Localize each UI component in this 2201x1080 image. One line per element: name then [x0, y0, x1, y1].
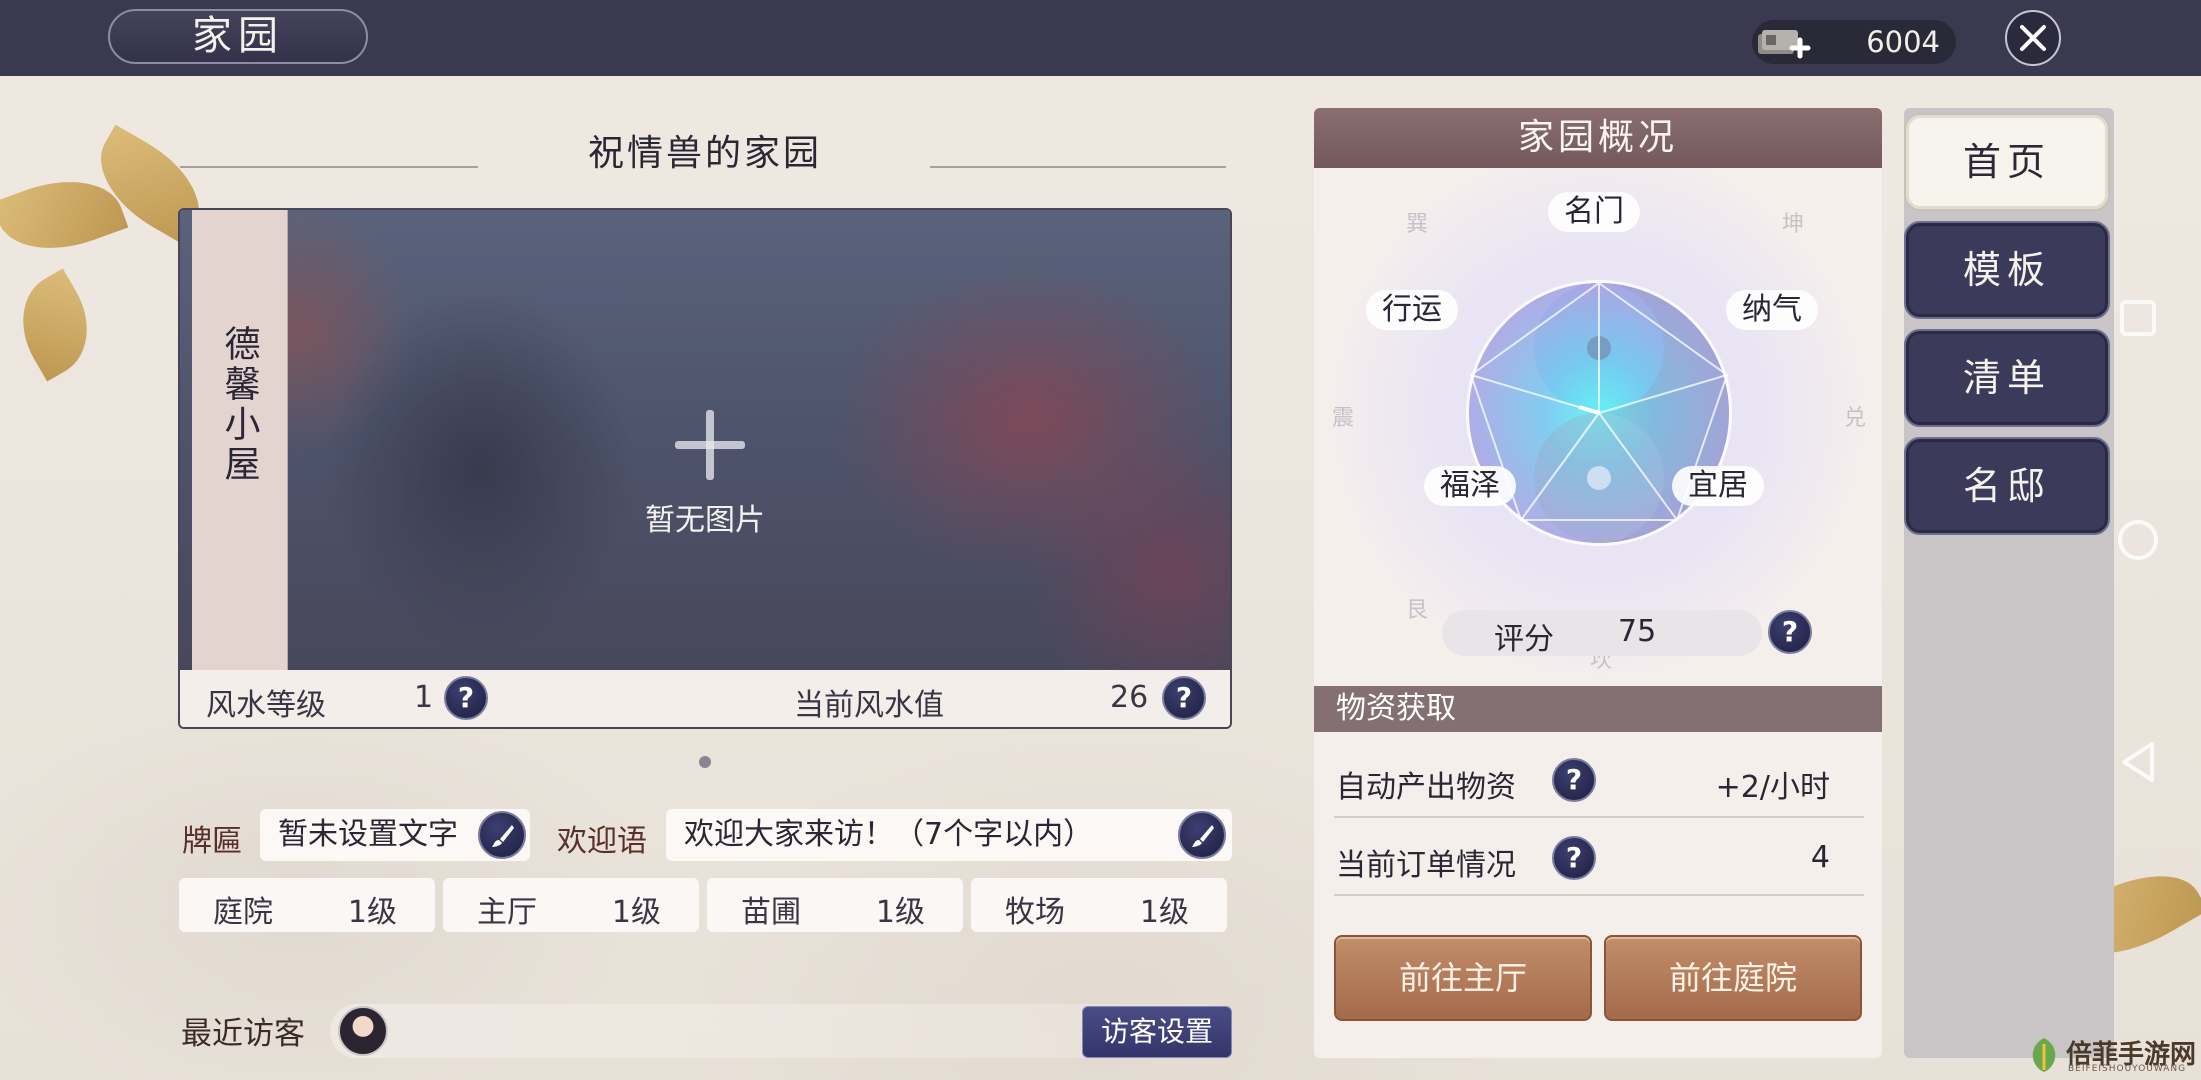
divider: [180, 166, 478, 168]
facility-yard[interactable]: 庭院 1级: [179, 878, 435, 932]
auto-output-value: +2/小时: [1715, 770, 1830, 805]
orders-row: 当前订单情况 ? 4: [1334, 820, 1864, 896]
house-name: 德馨小屋: [218, 325, 260, 485]
go-yard-button[interactable]: 前往庭院: [1604, 935, 1862, 1021]
brush-edit-icon: [492, 825, 514, 847]
tab-home[interactable]: 首页: [1904, 113, 2110, 211]
facility-ranch[interactable]: 牧场 1级: [971, 878, 1227, 932]
score-display: 评分 75: [1442, 610, 1762, 657]
trigram-label: 兑: [1844, 406, 1867, 431]
watermark-subtext: BEIFEISHOUYOUWANG: [2068, 1064, 2187, 1074]
welcome-value: 欢迎大家来访！（7个字以内）: [684, 817, 1094, 852]
question-icon[interactable]: ?: [1552, 836, 1596, 880]
score-label: 评分: [1494, 622, 1554, 657]
back-triangle-icon[interactable]: [2118, 740, 2158, 784]
facility-name: 庭院: [213, 895, 273, 930]
node-xingyun: 行运: [1366, 290, 1458, 330]
watermark: 倍菲手游网 BEIFEISHOUYOUWANG: [2018, 1032, 2198, 1078]
recent-apps-icon[interactable]: [2120, 300, 2156, 336]
home-title: 祝情兽的家园: [587, 133, 822, 174]
avatar[interactable]: [338, 1006, 388, 1056]
trigram-label: 震: [1332, 406, 1355, 431]
orders-label: 当前订单情况: [1336, 848, 1516, 883]
home-photo[interactable]: 暂无图片: [180, 210, 1230, 670]
leaf-logo-icon: [2032, 1038, 2056, 1072]
node-naqi: 纳气: [1726, 290, 1818, 330]
node-yiju: 宜居: [1672, 466, 1764, 506]
plus-icon[interactable]: [675, 410, 745, 480]
currency-value: 6004: [1866, 25, 1940, 59]
question-icon[interactable]: ?: [1768, 610, 1812, 654]
divider: [930, 166, 1226, 168]
question-icon[interactable]: ?: [1552, 758, 1596, 802]
facility-name: 主厅: [477, 895, 537, 930]
fengshui-bar: 风水等级 1 ? 当前风水值 26 ?: [180, 670, 1230, 727]
trigram-label: 坤: [1782, 212, 1805, 237]
question-icon[interactable]: ?: [444, 676, 488, 720]
plaque-value: 暂未设置文字: [278, 817, 458, 852]
plaque-edit-button[interactable]: [478, 811, 526, 859]
facility-level: 1级: [1139, 895, 1189, 930]
page-title: 家园: [108, 9, 368, 64]
trigram-label: 艮: [1406, 598, 1429, 623]
facility-name: 牧场: [1005, 895, 1065, 930]
facility-level: 1级: [347, 895, 397, 930]
node-fuze: 福泽: [1424, 466, 1516, 506]
recent-visitors-label: 最近访客: [181, 1016, 305, 1052]
overview-title: 家园概况: [1314, 108, 1882, 168]
plaque-label: 牌匾: [182, 824, 242, 859]
fengshui-value-label: 当前风水值: [794, 688, 944, 723]
facility-name: 苗圃: [741, 895, 801, 930]
facility-level: 1级: [875, 895, 925, 930]
fengshui-value: 26: [1110, 680, 1149, 715]
facility-hall[interactable]: 主厅 1级: [443, 878, 699, 932]
close-icon: [2020, 25, 2046, 51]
node-mingmen: 名门: [1548, 192, 1640, 232]
visitor-settings-button[interactable]: 访客设置: [1082, 1006, 1232, 1058]
trigram-label: 巽: [1406, 212, 1429, 237]
house-name-banner: 德馨小屋: [192, 210, 288, 670]
fengshui-level-label: 风水等级: [206, 688, 326, 723]
home-circle-icon[interactable]: [2118, 520, 2158, 560]
overview-panel: 家园概况 巽 坤 震 兑 艮 坎 名门 行运 纳气 福泽 宜居 评分 75 ? …: [1314, 108, 1882, 1058]
page-indicator-dot: [699, 756, 711, 768]
welcome-field[interactable]: 欢迎大家来访！（7个字以内）: [666, 809, 1232, 861]
orders-value: 4: [1810, 840, 1830, 875]
tab-list[interactable]: 清单: [1904, 329, 2110, 427]
yin-yang-icon: [1469, 281, 1729, 543]
facility-nursery[interactable]: 苗圃 1级: [707, 878, 963, 932]
facility-level: 1级: [611, 895, 661, 930]
score-value: 75: [1618, 614, 1657, 649]
auto-output-row: 自动产出物资 ? +2/小时: [1334, 742, 1864, 818]
tab-mansion[interactable]: 名邸: [1904, 437, 2110, 535]
home-photo-card: 暂无图片 德馨小屋 风水等级 1 ? 当前风水值 26 ?: [178, 208, 1232, 729]
auto-output-label: 自动产出物资: [1336, 770, 1516, 805]
welcome-label: 欢迎语: [557, 824, 647, 859]
welcome-edit-button[interactable]: [1178, 811, 1226, 859]
tab-template[interactable]: 模板: [1904, 221, 2110, 319]
fengshui-level-value: 1: [414, 680, 434, 715]
close-button[interactable]: [2005, 10, 2061, 66]
question-icon[interactable]: ?: [1162, 676, 1206, 720]
go-hall-button[interactable]: 前往主厅: [1334, 935, 1592, 1021]
no-photo-text: 暂无图片: [645, 503, 765, 538]
resources-header: 物资获取: [1314, 686, 1882, 732]
brush-edit-icon: [1192, 825, 1214, 847]
currency-display[interactable]: 6004: [1752, 20, 1956, 64]
top-bar: 家园 6004: [0, 0, 2201, 76]
